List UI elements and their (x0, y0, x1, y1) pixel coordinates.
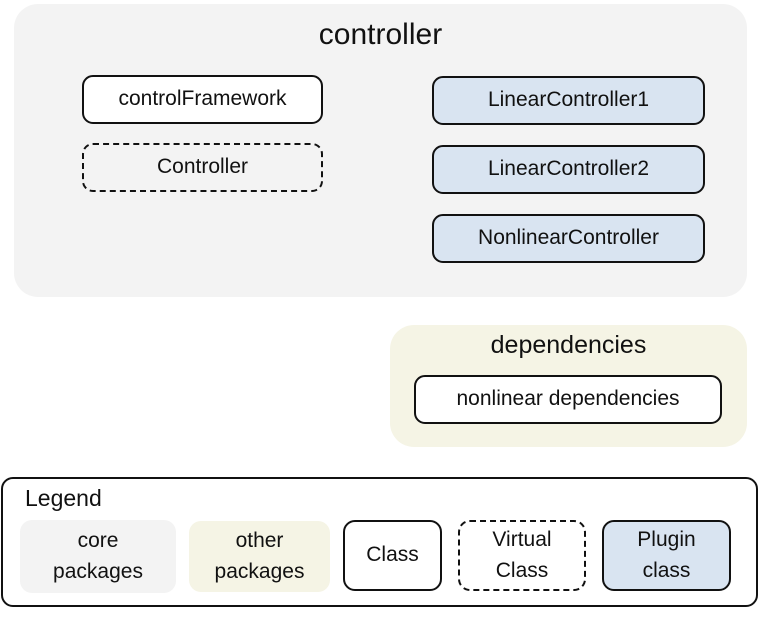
class-label: LinearController1 (487, 88, 650, 112)
legend-label: packages (214, 559, 305, 583)
legend-label: packages (53, 559, 143, 583)
legend-title: Legend (25, 485, 102, 511)
class-label: NonlinearController (478, 226, 659, 250)
legend: Legend core packages other packages Clas… (1, 477, 758, 607)
legend-virtual-class: Virtual Class (458, 520, 586, 591)
class-nonlinear-dependencies[interactable]: nonlinear dependencies (414, 375, 722, 424)
package-title-controller: controller (318, 18, 443, 51)
plugin-class-linear-controller-2[interactable]: LinearController2 (432, 145, 705, 194)
plugin-class-linear-controller-1[interactable]: LinearController1 (432, 76, 705, 125)
legend-label: core (77, 529, 119, 553)
package-title-dependencies: dependencies (490, 331, 647, 359)
legend-label: Plugin (637, 528, 696, 552)
legend-plugin-class: Plugin class (602, 520, 731, 591)
class-label: nonlinear dependencies (456, 387, 680, 411)
plugin-class-nonlinear-controller[interactable]: NonlinearController (432, 214, 705, 263)
legend-label: Virtual (492, 528, 552, 552)
legend-label: Class (495, 558, 549, 582)
class-label: Controller (156, 155, 249, 179)
legend-label: Class (366, 543, 419, 567)
legend-label: class (642, 558, 691, 582)
class-label: LinearController2 (487, 157, 650, 181)
virtual-class-controller[interactable]: Controller (82, 143, 323, 192)
legend-class: Class (343, 520, 442, 591)
legend-label: other (235, 529, 284, 553)
class-label: controlFramework (118, 87, 287, 111)
legend-other-packages: other packages (189, 521, 330, 592)
class-control-framework[interactable]: controlFramework (82, 75, 323, 124)
legend-core-packages: core packages (20, 520, 176, 593)
